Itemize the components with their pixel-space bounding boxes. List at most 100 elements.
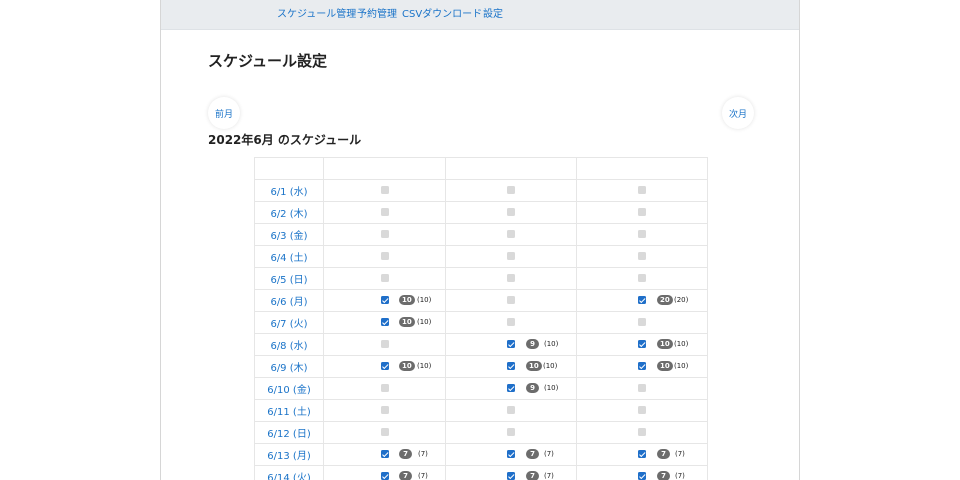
slot-checkbox[interactable] [381, 384, 389, 392]
row-date-link[interactable]: 6/1 (水) [254, 179, 324, 202]
header-cell-slot-3 [576, 157, 708, 180]
slot-cell [323, 179, 446, 202]
slot-checkbox-checked[interactable] [381, 362, 389, 370]
slot-checkbox-checked[interactable] [638, 296, 646, 304]
slot-cell [445, 289, 577, 312]
capacity-label: (10) [417, 296, 432, 304]
slot-cell: 7 (7) [323, 443, 446, 466]
capacity-label: (10) [674, 362, 689, 370]
row-date-link[interactable]: 6/8 (水) [254, 333, 324, 356]
schedule-heading: 2022年6月 のスケジュール [208, 133, 362, 147]
slot-checkbox-checked[interactable] [381, 450, 389, 458]
slot-checkbox[interactable] [381, 340, 389, 348]
slot-checkbox[interactable] [381, 208, 389, 216]
capacity-label: (10) [544, 384, 559, 392]
row-date-link[interactable]: 6/11 (土) [254, 399, 324, 422]
slot-checkbox[interactable] [638, 252, 646, 260]
slot-cell: 9 (10) [445, 377, 577, 400]
slot-checkbox[interactable] [381, 230, 389, 238]
page-title: スケジュール設定 [208, 52, 327, 70]
table-row: 6/6 (月) 10 (10) 20 (20) [254, 289, 708, 312]
slot-checkbox[interactable] [507, 186, 515, 194]
row-date-link[interactable]: 6/3 (金) [254, 223, 324, 246]
slot-cell [323, 377, 446, 400]
nav-settings[interactable]: 設定 [483, 9, 503, 21]
slot-cell: 7 (7) [576, 465, 708, 480]
slot-checkbox[interactable] [507, 230, 515, 238]
slot-checkbox-checked[interactable] [638, 450, 646, 458]
slot-checkbox[interactable] [381, 252, 389, 260]
slot-checkbox-checked[interactable] [381, 472, 389, 480]
slot-checkbox[interactable] [638, 318, 646, 326]
row-date-link[interactable]: 6/4 (土) [254, 245, 324, 268]
table-header-row [254, 157, 708, 180]
row-date-link[interactable]: 6/6 (月) [254, 289, 324, 312]
nav-csv-download[interactable]: CSVダウンロード [402, 9, 482, 21]
reservation-count-badge: 10 [657, 361, 673, 371]
slot-checkbox[interactable] [381, 274, 389, 282]
reservation-count-badge: 10 [399, 317, 415, 327]
slot-checkbox[interactable] [507, 252, 515, 260]
slot-checkbox-checked[interactable] [507, 362, 515, 370]
slot-checkbox[interactable] [638, 274, 646, 282]
slot-checkbox[interactable] [638, 428, 646, 436]
slot-checkbox[interactable] [638, 406, 646, 414]
reservation-count-badge: 10 [399, 295, 415, 305]
slot-checkbox-checked[interactable] [381, 296, 389, 304]
slot-cell [445, 421, 577, 444]
slot-checkbox[interactable] [507, 274, 515, 282]
row-date-link[interactable]: 6/5 (日) [254, 267, 324, 290]
capacity-label: (7) [544, 472, 554, 480]
slot-cell: 7 (7) [445, 465, 577, 480]
slot-checkbox[interactable] [638, 186, 646, 194]
prev-month-button[interactable]: 前月 [208, 97, 240, 129]
row-date-link[interactable]: 6/14 (火) [254, 465, 324, 480]
capacity-label: (10) [674, 340, 689, 348]
table-row: 6/8 (水) 9 (10) 10 (10) [254, 333, 708, 356]
slot-checkbox[interactable] [638, 230, 646, 238]
capacity-label: (7) [675, 450, 685, 458]
slot-checkbox-checked[interactable] [638, 362, 646, 370]
slot-checkbox[interactable] [507, 208, 515, 216]
reservation-count-badge: 7 [657, 471, 670, 480]
slot-cell [445, 223, 577, 246]
row-date-link[interactable]: 6/13 (月) [254, 443, 324, 466]
slot-cell [323, 223, 446, 246]
slot-checkbox-checked[interactable] [507, 450, 515, 458]
capacity-label: (7) [675, 472, 685, 480]
slot-cell: 10 (10) [323, 311, 446, 334]
slot-checkbox[interactable] [638, 208, 646, 216]
slot-checkbox[interactable] [507, 296, 515, 304]
slot-cell [445, 267, 577, 290]
slot-checkbox[interactable] [381, 428, 389, 436]
slot-checkbox[interactable] [638, 384, 646, 392]
reservation-count-badge: 7 [399, 449, 412, 459]
row-date-link[interactable]: 6/2 (木) [254, 201, 324, 224]
slot-checkbox[interactable] [507, 318, 515, 326]
table-row: 6/5 (日) [254, 267, 708, 290]
table-row: 6/13 (月) 7 (7) 7 (7) 7 (7) [254, 443, 708, 466]
slot-checkbox-checked[interactable] [507, 340, 515, 348]
slot-checkbox[interactable] [507, 406, 515, 414]
slot-checkbox-checked[interactable] [638, 340, 646, 348]
slot-checkbox[interactable] [381, 406, 389, 414]
slot-cell [445, 201, 577, 224]
slot-checkbox-checked[interactable] [507, 472, 515, 480]
row-date-link[interactable]: 6/9 (木) [254, 355, 324, 378]
capacity-label: (20) [674, 296, 689, 304]
row-date-link[interactable]: 6/10 (金) [254, 377, 324, 400]
row-date-link[interactable]: 6/12 (日) [254, 421, 324, 444]
slot-checkbox[interactable] [381, 186, 389, 194]
slot-cell: 20 (20) [576, 289, 708, 312]
row-date-link[interactable]: 6/7 (火) [254, 311, 324, 334]
nav-schedule-management[interactable]: スケジュール管理 [277, 9, 356, 21]
slot-cell: 10 (10) [323, 289, 446, 312]
next-month-button[interactable]: 次月 [722, 97, 754, 129]
slot-cell [323, 421, 446, 444]
slot-checkbox-checked[interactable] [638, 472, 646, 480]
slot-checkbox[interactable] [507, 428, 515, 436]
slot-checkbox-checked[interactable] [507, 384, 515, 392]
slot-checkbox-checked[interactable] [381, 318, 389, 326]
reservation-count-badge: 10 [526, 361, 542, 371]
nav-reservation-management[interactable]: 予約管理 [357, 9, 397, 21]
